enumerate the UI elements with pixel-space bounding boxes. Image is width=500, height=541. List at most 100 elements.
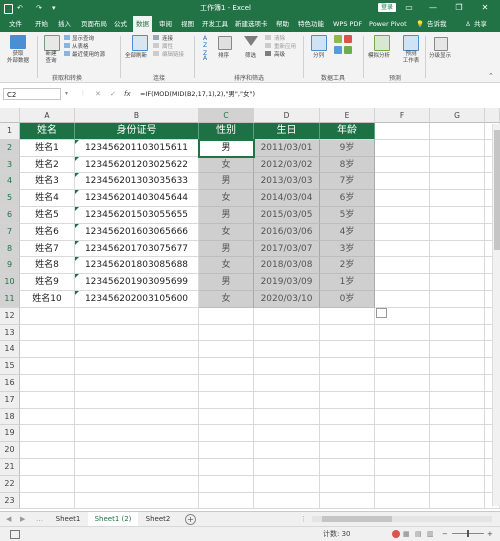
sheet-tab-sheet1[interactable]: Sheet1 — [50, 512, 86, 526]
get-external-data-button[interactable]: 获取 外部数据 — [4, 51, 32, 65]
cell-c4[interactable]: 男 — [199, 173, 254, 191]
cell-b8[interactable]: 123456201703075677 — [75, 240, 199, 258]
empty-cell[interactable] — [199, 475, 254, 493]
cell-d11[interactable]: 2020/03/10 — [254, 291, 320, 308]
select-all-corner[interactable] — [0, 108, 20, 123]
empty-cell[interactable] — [320, 375, 375, 392]
what-if-analysis-button[interactable]: 模拟分析 — [368, 51, 390, 59]
cell-d9[interactable]: 2018/03/08 — [254, 257, 320, 275]
cell-b10[interactable]: 123456201903095699 — [75, 274, 199, 291]
refresh-all-icon[interactable] — [132, 35, 148, 51]
page-layout-view-icon[interactable]: ▤ — [415, 527, 422, 541]
empty-cell[interactable] — [375, 375, 430, 392]
normal-view-icon[interactable]: ▦ — [403, 527, 410, 541]
remove-duplicates-icon[interactable] — [344, 35, 352, 43]
cell-c6[interactable]: 男 — [199, 207, 254, 224]
header-cell-e[interactable]: 年龄 — [320, 123, 375, 140]
tab-home[interactable]: 开始 — [35, 16, 48, 32]
recent-sources-button[interactable]: 最近使用的源 — [72, 50, 105, 58]
cancel-formula-icon[interactable]: ✕ — [95, 88, 101, 100]
empty-cell[interactable] — [430, 425, 485, 443]
empty-cell[interactable] — [375, 190, 430, 207]
empty-cell[interactable] — [254, 341, 320, 359]
empty-cell[interactable] — [20, 324, 75, 342]
column-header-d[interactable]: D — [254, 108, 320, 123]
tab-special-features[interactable]: 特色功能 — [298, 16, 324, 32]
zoom-slider[interactable] — [452, 530, 484, 537]
cell-d8[interactable]: 2017/03/07 — [254, 240, 320, 258]
empty-cell[interactable] — [254, 492, 320, 510]
zoom-in-button[interactable]: + — [487, 527, 493, 541]
sheet-list-icon[interactable]: … — [36, 512, 43, 526]
cell-d5[interactable]: 2014/03/04 — [254, 190, 320, 207]
cell-c11[interactable]: 女 — [199, 291, 254, 308]
empty-cell[interactable] — [375, 240, 430, 258]
header-cell-b[interactable]: 身份证号 — [75, 123, 199, 140]
empty-cell[interactable] — [320, 307, 375, 325]
empty-cell[interactable] — [430, 408, 485, 426]
cell-d7[interactable]: 2016/03/06 — [254, 223, 320, 241]
cell-e3[interactable]: 8岁 — [320, 156, 375, 174]
add-sheet-button[interactable]: + — [185, 514, 196, 525]
tab-split-handle[interactable]: ⋮ — [300, 512, 307, 526]
empty-cell[interactable] — [320, 492, 375, 510]
cell-a2[interactable]: 姓名1 — [20, 139, 75, 157]
empty-cell[interactable] — [20, 358, 75, 375]
forecast-sheet-button[interactable]: 预测 工作表 — [401, 51, 421, 65]
horizontal-scrollbar[interactable] — [312, 516, 492, 522]
tab-new-tab[interactable]: 新建选项卡 — [235, 16, 268, 32]
column-header-g[interactable]: G — [430, 108, 485, 123]
sheet-tab-sheet2[interactable]: Sheet2 — [140, 512, 176, 526]
forecast-sheet-icon[interactable] — [403, 35, 419, 51]
name-box[interactable]: C2 — [3, 88, 61, 100]
empty-cell[interactable] — [375, 223, 430, 241]
empty-cell[interactable] — [254, 358, 320, 375]
column-header-b[interactable]: B — [75, 108, 199, 123]
cell-a8[interactable]: 姓名7 — [20, 240, 75, 258]
empty-cell[interactable] — [254, 459, 320, 476]
empty-cell[interactable] — [254, 475, 320, 493]
empty-cell[interactable] — [320, 391, 375, 409]
tab-file[interactable]: 文件 — [9, 16, 22, 32]
empty-cell[interactable] — [75, 425, 199, 443]
row-header-19[interactable]: 19 — [0, 425, 20, 443]
row-header-13[interactable]: 13 — [0, 324, 20, 342]
row-header-22[interactable]: 22 — [0, 475, 20, 493]
empty-cell[interactable] — [320, 425, 375, 443]
empty-cell[interactable] — [430, 492, 485, 510]
filter-button[interactable]: 筛选 — [245, 51, 256, 59]
page-break-view-icon[interactable]: ▥ — [427, 527, 434, 541]
cell-a11[interactable]: 姓名10 — [20, 291, 75, 308]
empty-cell[interactable] — [75, 475, 199, 493]
cell-b6[interactable]: 123456201503055655 — [75, 207, 199, 224]
empty-cell[interactable] — [199, 324, 254, 342]
row-header-21[interactable]: 21 — [0, 459, 20, 476]
filter-icon[interactable] — [244, 36, 258, 46]
empty-cell[interactable] — [254, 375, 320, 392]
row-header-9[interactable]: 9 — [0, 257, 20, 275]
flash-fill-icon[interactable] — [334, 35, 342, 43]
cell-a3[interactable]: 姓名2 — [20, 156, 75, 174]
empty-cell[interactable] — [254, 307, 320, 325]
empty-cell[interactable] — [430, 207, 485, 224]
external-data-icon[interactable] — [10, 35, 26, 49]
cell-d3[interactable]: 2012/03/02 — [254, 156, 320, 174]
tab-formulas[interactable]: 公式 — [114, 16, 127, 32]
from-table-button[interactable]: 从表格 — [72, 42, 89, 50]
cell-c5[interactable]: 女 — [199, 190, 254, 207]
row-header-10[interactable]: 10 — [0, 274, 20, 291]
cell-a7[interactable]: 姓名6 — [20, 223, 75, 241]
tab-insert[interactable]: 插入 — [58, 16, 71, 32]
cell-c8[interactable]: 男 — [199, 240, 254, 258]
cell-b11[interactable]: 123456202003105600 — [75, 291, 199, 308]
cell-a6[interactable]: 姓名5 — [20, 207, 75, 224]
empty-cell[interactable] — [375, 459, 430, 476]
text-to-columns-icon[interactable] — [311, 35, 327, 51]
insert-function-icon[interactable]: fx — [124, 88, 131, 100]
empty-cell[interactable] — [375, 358, 430, 375]
empty-cell[interactable] — [375, 123, 430, 140]
empty-cell[interactable] — [20, 492, 75, 510]
tab-view[interactable]: 视图 — [181, 16, 194, 32]
row-header-17[interactable]: 17 — [0, 391, 20, 409]
refresh-all-button[interactable]: 全部刷新 — [125, 51, 147, 59]
